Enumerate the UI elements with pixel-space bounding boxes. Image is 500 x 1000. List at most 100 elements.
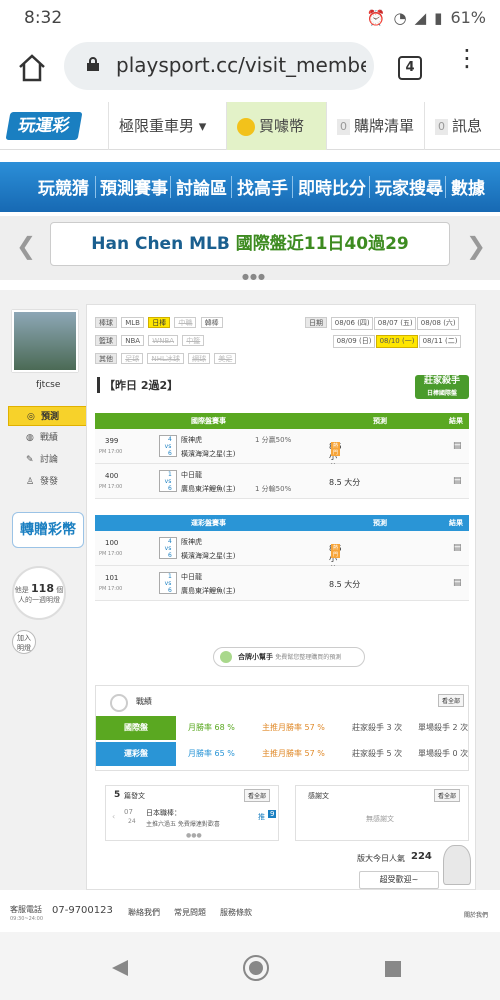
result-icon[interactable]: ▤ xyxy=(453,441,462,451)
sidebar-item-record[interactable]: ◍ 戰績 xyxy=(8,428,88,448)
banner-message[interactable]: Han Chen MLB 國際盤近11日40過29 xyxy=(50,222,450,266)
col-game: 國際盤賽事 xyxy=(191,417,226,425)
result-icon[interactable]: ▤ xyxy=(453,578,462,588)
main-nav: 玩競猜 預測賽事 討論區 找高手 即時比分 玩家搜尋 數據 xyxy=(0,162,500,212)
nav-item[interactable]: 預測賽事 xyxy=(100,174,168,199)
stats-view-all-button[interactable]: 看全部 xyxy=(438,694,465,707)
result-icon[interactable]: ▤ xyxy=(453,543,462,553)
msg-count: 0 xyxy=(435,118,448,135)
nav-item[interactable]: 數據 xyxy=(451,174,485,199)
filter-tennis[interactable]: 網球 xyxy=(188,353,211,364)
popularity-label: 版大今日人氣 xyxy=(357,854,405,863)
cart-link[interactable]: 0 購牌清單 xyxy=(326,102,424,150)
filter-npb[interactable]: 日棒 xyxy=(148,317,171,328)
browser-toolbar: playsport.cc/visit_membe 4 ⋮ xyxy=(0,36,500,100)
nav-item[interactable]: 玩競猜 xyxy=(38,174,89,199)
fan-unit: 個 xyxy=(56,586,64,594)
date-option[interactable]: 08/09 (日) xyxy=(333,335,375,348)
service-label: 客服電話 xyxy=(10,905,42,914)
filter-label: 棒球 xyxy=(95,317,117,328)
join-fan-button[interactable]: 加入 明燈 xyxy=(12,630,36,654)
post-desc[interactable]: 主推六過五 免費爆連對歡喜 xyxy=(146,819,220,828)
wifi-icon: ◔ xyxy=(393,8,407,27)
filter-wnba[interactable]: WNBA xyxy=(148,335,179,346)
footer-link-terms[interactable]: 服務條款 xyxy=(220,907,252,918)
messages-link[interactable]: 0 訊息 xyxy=(424,102,500,150)
site-logo[interactable]: 玩運彩 xyxy=(5,112,83,140)
date-option-selected[interactable]: 08/10 (一) xyxy=(376,335,418,348)
nav-item[interactable]: 找高手 xyxy=(237,174,288,199)
sidebar-item-label: 發發 xyxy=(40,477,59,487)
filter-soccer[interactable]: 足球 xyxy=(121,353,144,364)
posts-title: 篇發文 xyxy=(124,792,145,800)
main-rate: 主推月勝率 57 % xyxy=(262,749,325,758)
main-rate: 主推月勝率 57 % xyxy=(262,723,325,732)
popularity-welcome: 超受歡迎~ xyxy=(359,871,439,889)
chevron-left-icon[interactable]: ❮ xyxy=(16,232,36,260)
filter-kbo[interactable]: 韓棒 xyxy=(200,317,223,328)
menu-icon[interactable]: ⋮ xyxy=(455,46,479,84)
reply-label: 推 xyxy=(258,813,265,821)
filter-sbl[interactable]: 中籃 xyxy=(182,335,205,346)
user-menu[interactable]: 極限重車男 ▾ xyxy=(108,102,226,150)
gift-coins-button[interactable]: 轉贈彩幣 xyxy=(12,512,84,548)
buy-coins-label: 買噱幣 xyxy=(259,117,305,135)
tab-switcher-button[interactable]: 4 xyxy=(398,56,422,80)
sidebar-item-predict[interactable]: ◎ 預測 xyxy=(8,406,88,426)
footer-link-about[interactable]: 關於我們 xyxy=(464,910,488,919)
status-bar: 8:32 ⏰ ◔ ◢ ▮ 61% xyxy=(0,0,500,36)
stats-row-label: 運彩盤 xyxy=(96,742,176,766)
footer-link-faq[interactable]: 常見問題 xyxy=(174,907,206,918)
address-bar[interactable]: playsport.cc/visit_membe xyxy=(64,42,374,90)
filter-row-baseball: 棒球 MLB 日棒 中職 韓棒 xyxy=(95,317,225,328)
recents-icon[interactable] xyxy=(384,960,402,978)
filter-mlb[interactable]: MLB xyxy=(121,317,144,328)
home-team: 廣島東洋鯉魚(主) xyxy=(181,587,236,595)
filter-label: 籃球 xyxy=(95,335,117,346)
nav-item[interactable]: 玩家搜尋 xyxy=(375,174,443,199)
score-box: 4 vs 6 xyxy=(159,537,177,559)
sidebar-item-label: 預測 xyxy=(41,412,60,422)
home-team: 橫濱海灣之星(主) xyxy=(181,552,236,560)
cart-count: 0 xyxy=(337,118,350,135)
date-picker: 日期 08/06 (四) 08/07 (五) 08/08 (六) xyxy=(305,317,460,330)
filter-nhl[interactable]: NHL冰球 xyxy=(147,353,184,364)
post-title[interactable]: 日本職棒： xyxy=(146,808,181,818)
sidebar-item-discuss[interactable]: ✎ 討論 xyxy=(8,450,88,470)
result-icon[interactable]: ▤ xyxy=(453,476,462,486)
local-table: 運彩盤賽事 預測 結果 100 PM 17:00 4 vs 6 阪神虎 橫濱海灣之星… xyxy=(95,515,469,601)
combo-helper-button[interactable]: 合牌小幫手 免費幫您整理購買的預測 xyxy=(213,647,365,667)
stats-row-intl: 國際盤 月勝率 68 % 主推月勝率 57 % 莊家殺手 3 次 單場殺手 2 … xyxy=(96,716,470,740)
buy-coins-button[interactable]: 買噱幣 xyxy=(226,102,326,150)
filter-nfl[interactable]: 美足 xyxy=(214,353,237,364)
back-icon[interactable] xyxy=(110,958,130,978)
killer-badge: 莊家殺手 日棒國際盤 xyxy=(415,375,469,399)
chevron-left-icon[interactable]: ‹ xyxy=(112,812,115,821)
away-score: 4 xyxy=(168,436,172,443)
filter-nba[interactable]: NBA xyxy=(121,335,145,346)
posts-view-all-button[interactable]: 看全部 xyxy=(244,789,271,802)
filter-cpbl[interactable]: 中職 xyxy=(174,317,197,328)
table-row: 101 PM 17:00 1 vs 6 中日龍 廣島東洋鯉魚(主) 8.5 大分 ▤ xyxy=(95,566,469,601)
thanks-view-all-button[interactable]: 看全部 xyxy=(434,789,461,802)
nav-item[interactable]: 即時比分 xyxy=(298,174,366,199)
edit-icon: ✎ xyxy=(26,455,34,465)
join-line2: 明燈 xyxy=(17,644,31,652)
date-option[interactable]: 08/11 (二) xyxy=(419,335,461,348)
chevron-right-icon[interactable]: ❯ xyxy=(466,232,486,260)
home-nav-icon[interactable] xyxy=(242,954,270,982)
date-option[interactable]: 08/08 (六) xyxy=(417,317,460,330)
sidebar-item-posts[interactable]: ♙ 發發 xyxy=(8,472,88,492)
table-row: 100 PM 17:00 4vs6 阪神虎 橫濱海灣之星(主) 8.5 小分熱門… xyxy=(95,531,469,574)
away-team: 中日龍 xyxy=(181,573,202,581)
banner-text: 國際盤近11日40過29 xyxy=(235,234,409,254)
home-icon[interactable] xyxy=(16,52,48,84)
date-label: 日期 xyxy=(305,317,327,328)
hot-badge: 熱門 xyxy=(331,544,341,558)
filter-label: 其他 xyxy=(95,353,117,364)
footer-link-contact[interactable]: 聯絡我們 xyxy=(128,907,160,918)
username: fjtcse xyxy=(36,380,61,390)
date-option[interactable]: 08/07 (五) xyxy=(374,317,417,330)
nav-item[interactable]: 討論區 xyxy=(176,174,227,199)
date-option[interactable]: 08/06 (四) xyxy=(331,317,374,330)
